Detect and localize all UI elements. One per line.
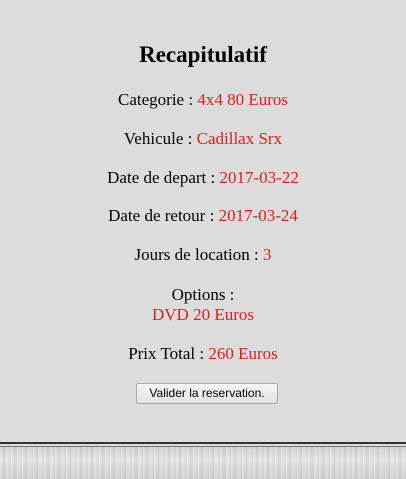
depart-row: Date de depart : 2017-03-22 <box>0 168 406 188</box>
jours-label: Jours de location : <box>134 245 263 264</box>
categorie-value: 4x4 80 Euros <box>197 90 288 109</box>
depart-value: 2017-03-22 <box>219 168 299 187</box>
total-row: Prix Total : 260 Euros <box>0 344 406 364</box>
total-value: 260 Euros <box>208 344 278 363</box>
options-label: Options : <box>171 285 235 304</box>
retour-row: Date de retour : 2017-03-24 <box>0 206 406 226</box>
vehicule-label: Vehicule : <box>123 129 197 148</box>
categorie-label: Categorie : <box>118 90 198 109</box>
footer-divider <box>0 442 406 444</box>
jours-value: 3 <box>262 245 272 264</box>
retour-value: 2017-03-24 <box>218 206 298 225</box>
depart-label: Date de depart : <box>107 168 220 187</box>
validate-reservation-button[interactable]: Valider la reservation. <box>136 383 278 404</box>
vehicule-row: Vehicule : Cadillax Srx <box>0 129 406 149</box>
jours-row: Jours de location : 3 <box>0 245 406 265</box>
categorie-row: Categorie : 4x4 80 Euros <box>0 90 406 110</box>
total-label: Prix Total : <box>128 344 209 363</box>
retour-label: Date de retour : <box>108 206 219 225</box>
footer-texture <box>0 447 406 479</box>
page-title: Recapitulatif <box>139 42 267 67</box>
recap-panel: Recapitulatif Categorie : 4x4 80 Euros V… <box>0 0 406 442</box>
options-value: DVD 20 Euros <box>152 305 254 324</box>
vehicule-value: Cadillax Srx <box>196 129 283 148</box>
